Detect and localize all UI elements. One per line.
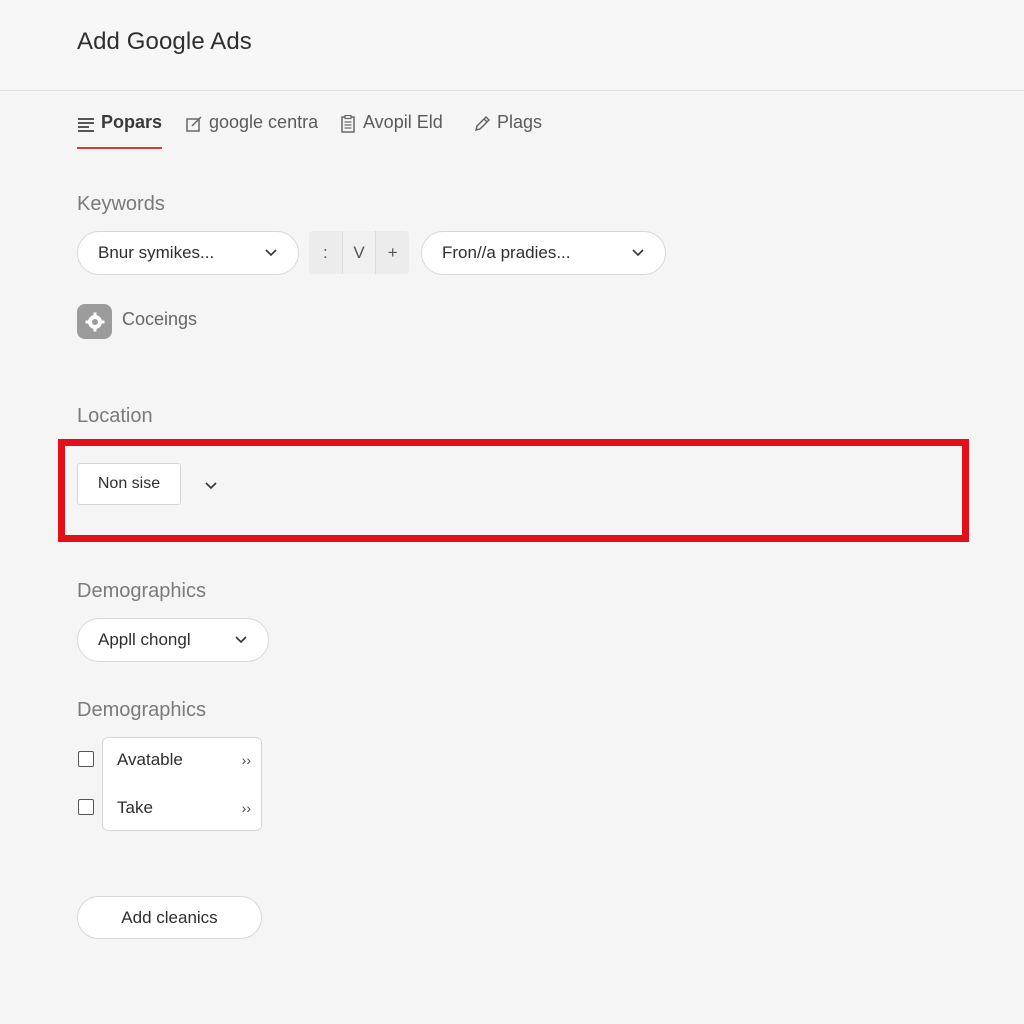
chevron-down-icon	[234, 633, 248, 647]
tab-label: Avopil Eld	[363, 112, 443, 132]
keyword-match-select[interactable]: Bnur symikes...	[77, 231, 299, 275]
list-item-label: Take	[117, 798, 153, 817]
stepper-add-button[interactable]: +	[375, 231, 409, 274]
list-item[interactable]: Take ››	[103, 788, 263, 828]
select-value: Fron//a pradies...	[442, 243, 571, 262]
chevron-right-icon: ››	[241, 752, 251, 768]
highlight-box	[58, 439, 969, 542]
list-icon	[77, 114, 95, 134]
chevron-down-icon[interactable]	[205, 477, 219, 491]
tab-avopil-eld[interactable]: Avopil Eld	[339, 112, 443, 148]
keyword-settings[interactable]: Coceings	[77, 304, 197, 339]
page-title: Add Google Ads	[77, 28, 252, 55]
demographics-heading: Demographics	[77, 699, 206, 721]
clipboard-icon	[339, 114, 357, 134]
tab-google-centra[interactable]: google centra	[185, 112, 318, 148]
demographics-select[interactable]: Appll chongl	[77, 618, 269, 662]
page: Add Google Ads Popars google centra Avop…	[0, 0, 1024, 1024]
tab-label: google centra	[209, 112, 319, 132]
tab-label: Popars	[101, 112, 163, 132]
chevron-right-icon: ››	[241, 800, 251, 816]
tab-label: Plags	[497, 112, 543, 132]
location-heading: Location	[77, 405, 153, 427]
chevron-down-icon	[631, 246, 645, 260]
keyword-stepper: : V +	[309, 231, 409, 274]
checkbox-avatable[interactable]	[78, 751, 94, 767]
select-value: Appll chongl	[98, 630, 191, 649]
select-value: Bnur symikes...	[98, 243, 215, 262]
edit-icon	[185, 114, 203, 134]
keyword-source-select[interactable]: Fron//a pradies...	[421, 231, 666, 275]
stepper-options-button[interactable]: :	[309, 231, 342, 274]
tab-plags[interactable]: Plags	[473, 112, 542, 148]
select-value: Non sise	[97, 475, 161, 492]
checkbox-take[interactable]	[78, 799, 94, 815]
settings-label: Coceings	[122, 309, 198, 329]
location-select[interactable]: Non sise	[77, 463, 181, 505]
pencil-icon	[473, 114, 491, 134]
demographics-heading: Demographics	[77, 580, 206, 602]
demographics-list: Avatable ›› Take ››	[102, 737, 262, 831]
keywords-heading: Keywords	[77, 193, 165, 215]
tab-popars[interactable]: Popars	[77, 112, 163, 149]
list-item-label: Avatable	[117, 750, 183, 769]
chevron-down-icon	[264, 246, 278, 260]
header: Add Google Ads	[0, 0, 1024, 91]
gear-icon	[77, 304, 112, 339]
list-item[interactable]: Avatable ››	[103, 740, 263, 780]
add-button[interactable]: Add cleanics	[77, 896, 262, 939]
stepper-toggle-button[interactable]: V	[341, 231, 376, 274]
